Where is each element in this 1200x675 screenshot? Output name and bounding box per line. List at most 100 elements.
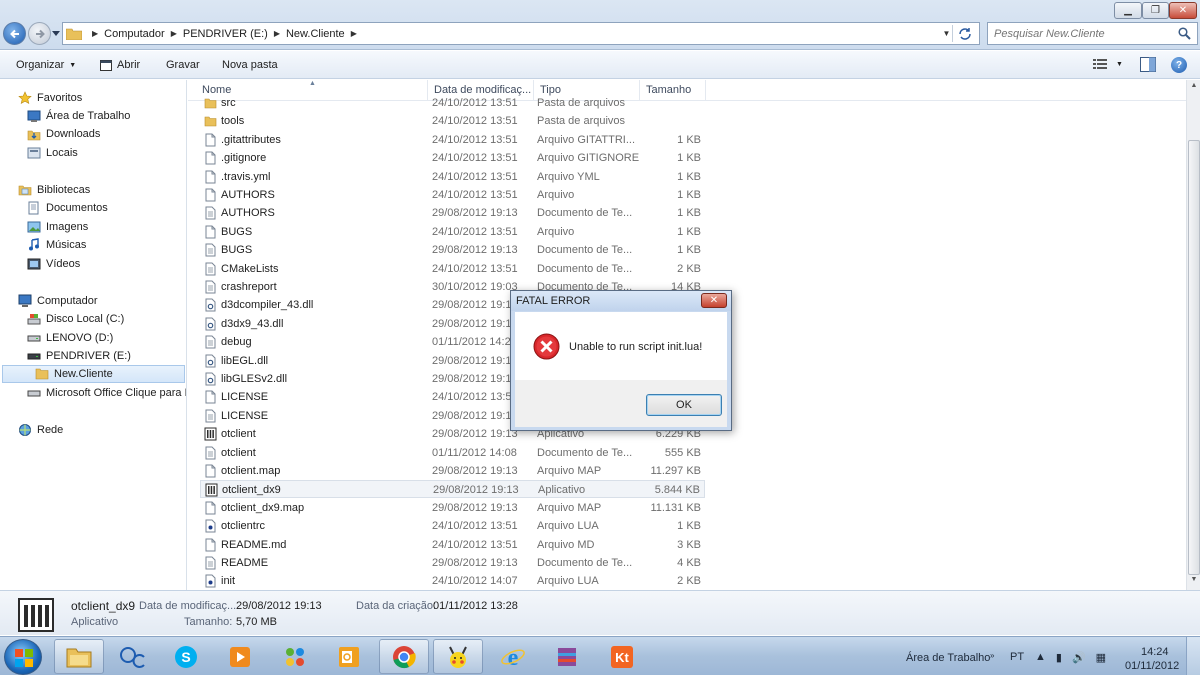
nav-desktop[interactable]: Área de Trabalho <box>27 107 130 125</box>
file-row[interactable]: CMakeLists 24/10/2012 13:51 Documento de T… <box>200 260 705 278</box>
arrow-left-icon <box>9 29 19 38</box>
file-row[interactable]: src 24/10/2012 13:51 Pasta de arquivos <box>200 94 705 112</box>
show-desktop-button[interactable] <box>1186 637 1200 675</box>
file-date: 24/10/2012 14:07 <box>432 575 518 588</box>
file-size: 1 KB <box>677 225 701 238</box>
file-row[interactable]: .travis.yml 24/10/2012 13:51 Arquivo YML 1 … <box>200 168 705 186</box>
nav-computer[interactable]: Computador <box>18 292 98 310</box>
scrollbar-thumb[interactable] <box>1188 140 1200 575</box>
nav-favorites[interactable]: Favoritos <box>18 89 82 107</box>
file-row[interactable]: BUGS 24/10/2012 13:51 Arquivo 1 KB <box>200 223 705 241</box>
nav-network[interactable]: Rede <box>18 421 63 439</box>
show-hidden-icons-icon[interactable]: ▲ <box>1035 651 1046 664</box>
nav-lenovo[interactable]: LENOVO (D:) <box>27 329 113 347</box>
nav-pendriver[interactable]: PENDRIVER (E:) <box>27 347 131 365</box>
breadcrumb-pendriver[interactable]: PENDRIVER (E:) <box>183 28 268 40</box>
nav-office[interactable]: Microsoft Office Clique para Executar <box>27 384 186 402</box>
file-date: 29/08/2012 19:13 <box>432 299 518 312</box>
clock-time[interactable]: 14:24 <box>1141 646 1169 658</box>
drive-icon <box>27 335 41 342</box>
restore-button[interactable]: ❐ <box>1142 2 1169 19</box>
refresh-button[interactable] <box>956 25 974 42</box>
file-name: README.md <box>221 538 287 551</box>
file-row[interactable]: AUTHORS 24/10/2012 13:51 Arquivo 1 KB <box>200 186 705 204</box>
file-row[interactable]: otclientrc 24/10/2012 13:51 Arquivo LUA 1 K… <box>200 517 705 535</box>
file-row[interactable]: .gitignore 24/10/2012 13:51 Arquivo GITIGN… <box>200 149 705 167</box>
file-size: 4 KB <box>677 557 701 569</box>
help-button[interactable]: ? <box>1171 57 1187 73</box>
vertical-scrollbar[interactable]: ▲ ▼ <box>1186 80 1200 590</box>
file-row[interactable]: otclient_dx9 29/08/2012 19:13 Aplicativo 5.… <box>200 480 705 499</box>
back-button[interactable] <box>3 22 26 45</box>
tray-language[interactable]: PT <box>1010 651 1024 663</box>
clock-date[interactable]: 01/11/2012 <box>1125 660 1179 672</box>
scroll-up-icon[interactable]: ▲ <box>1189 82 1199 92</box>
file-row[interactable]: BUGS 29/08/2012 19:13 Documento de Te... 1 … <box>200 241 705 259</box>
file-row[interactable]: otclient.map 29/08/2012 19:13 Arquivo MAP 1… <box>200 462 705 480</box>
taskbar-otclient[interactable] <box>107 639 157 674</box>
taskbar-kt-app[interactable]: Kt <box>597 639 647 674</box>
search-icon[interactable] <box>1178 27 1191 40</box>
breadcrumb-new-cliente[interactable]: New.Cliente <box>286 28 345 40</box>
taskbar-media-player[interactable] <box>215 639 265 674</box>
recent-pages-dropdown[interactable] <box>52 31 60 37</box>
nav-local-disk[interactable]: Disco Local (C:) <box>27 310 124 328</box>
nav-places[interactable]: Locais <box>27 144 78 162</box>
address-history-dropdown[interactable]: ▼ <box>941 25 953 42</box>
network-status-icon[interactable]: ▦ <box>1096 651 1106 664</box>
taskbar-skype[interactable]: S <box>161 639 211 674</box>
nav-documents[interactable]: Documentos <box>27 199 108 217</box>
skype-icon: S <box>175 645 197 668</box>
file-icon <box>205 501 216 515</box>
speaker-icon[interactable]: 🔊 <box>1072 651 1086 664</box>
nav-music[interactable]: Músicas <box>27 236 86 254</box>
tray-desktop-toolbar[interactable]: Área de Trabalho <box>906 652 990 664</box>
fatal-error-dialog: FATAL ERROR ✕ Unable to run script init.… <box>510 290 732 431</box>
breadcrumb-computer[interactable]: Computador <box>104 28 165 40</box>
dialog-body: Unable to run script init.lua! <box>515 312 727 380</box>
file-name: .gitattributes <box>221 133 281 146</box>
taskbar-chrome[interactable] <box>379 639 429 674</box>
taskbar-outlook[interactable] <box>324 639 374 674</box>
file-row[interactable]: README.md 24/10/2012 13:51 Arquivo MD 3 KB <box>200 536 705 554</box>
file-row[interactable]: README 29/08/2012 19:13 Documento de Te...… <box>200 554 705 572</box>
ok-button[interactable]: OK <box>646 394 722 416</box>
nav-videos[interactable]: Vídeos <box>27 255 80 273</box>
new-folder-button[interactable]: Nova pasta <box>222 59 278 71</box>
close-window-button[interactable]: ✕ <box>1169 2 1197 19</box>
nav-downloads[interactable]: Downloads <box>27 125 100 143</box>
organize-button[interactable]: Organizar ▼ <box>16 59 76 71</box>
taskbar-explorer[interactable] <box>54 639 104 674</box>
file-row[interactable]: otclient 01/11/2012 14:08 Documento de Te.… <box>200 444 705 462</box>
folder-icon <box>66 648 92 667</box>
file-row[interactable]: init 24/10/2012 14:07 Arquivo LUA 2 KB <box>200 572 705 590</box>
taskbar-pikachu-app[interactable] <box>433 639 483 674</box>
nav-label: Bibliotecas <box>37 184 91 196</box>
file-row[interactable]: AUTHORS 29/08/2012 19:13 Documento de Te..… <box>200 204 705 222</box>
taskbar-winrar[interactable] <box>542 639 592 674</box>
minimize-button[interactable]: ▁ <box>1114 2 1142 19</box>
nav-images[interactable]: Imagens <box>27 218 88 236</box>
nav-new-cliente[interactable]: New.Cliente <box>2 365 185 383</box>
file-icon <box>205 225 216 239</box>
nav-libraries[interactable]: Bibliotecas <box>18 181 90 199</box>
file-row[interactable]: otclient_dx9.map 29/08/2012 19:13 Arquivo … <box>200 499 705 517</box>
change-view-button[interactable]: ▼ <box>1093 59 1123 69</box>
search-input[interactable] <box>994 27 1174 40</box>
file-row[interactable]: tools 24/10/2012 13:51 Pasta de arquivos <box>200 112 705 130</box>
open-button[interactable]: Abrir <box>100 59 140 71</box>
start-button[interactable] <box>4 639 42 675</box>
taskbar-internet-explorer[interactable]: e <box>488 639 538 674</box>
file-row[interactable]: .gitattributes 24/10/2012 13:51 Arquivo GI… <box>200 131 705 149</box>
chevron-right-icon[interactable]: » <box>990 651 994 660</box>
burn-button[interactable]: Gravar <box>166 59 200 71</box>
forward-button[interactable] <box>28 22 51 45</box>
battery-icon[interactable]: ▮ <box>1056 651 1062 664</box>
taskbar-people-app[interactable] <box>270 639 320 674</box>
scroll-down-icon[interactable]: ▼ <box>1189 576 1199 586</box>
address-bar[interactable]: ▶ Computador ▶ PENDRIVER (E:) ▶ New.Clie… <box>62 22 980 45</box>
search-box[interactable] <box>987 22 1198 45</box>
preview-pane-icon[interactable] <box>1140 57 1156 72</box>
text-file-icon <box>205 446 216 460</box>
dialog-close-button[interactable]: ✕ <box>701 293 727 308</box>
